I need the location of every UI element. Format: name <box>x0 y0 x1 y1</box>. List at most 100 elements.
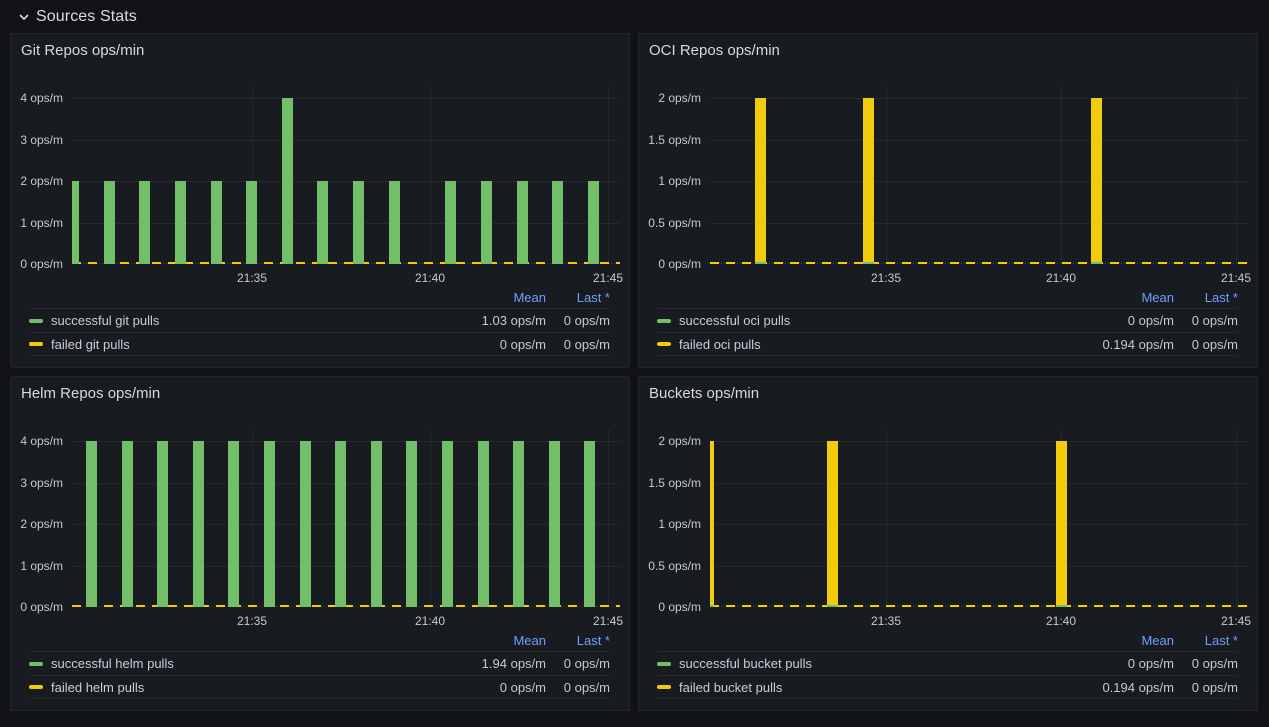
gridline <box>430 429 431 607</box>
bar <box>228 441 239 607</box>
bar <box>584 441 595 607</box>
series-label[interactable]: failed oci pulls <box>679 337 1054 352</box>
bar <box>157 441 168 607</box>
bar-base-notch <box>863 262 874 264</box>
y-tick-label: 1.5 ops/m <box>648 132 701 148</box>
bar <box>406 441 417 607</box>
panel-oci-repos: OCI Repos ops/min 2 ops/m1.5 ops/m1 ops/… <box>638 33 1258 368</box>
x-tick-label: 21:45 <box>1221 613 1251 629</box>
panel-title[interactable]: Buckets ops/min <box>649 385 759 402</box>
series-label[interactable]: successful bucket pulls <box>679 656 1054 671</box>
bar <box>442 441 453 607</box>
series-swatch <box>657 662 671 666</box>
series-mean: 0 ops/m <box>426 680 546 695</box>
series-swatch <box>657 685 671 689</box>
legend: Mean Last * successful oci pulls 0 ops/m… <box>639 286 1257 356</box>
x-tick-label: 21:40 <box>1046 613 1076 629</box>
gridline <box>710 140 1248 141</box>
gridline <box>710 181 1248 182</box>
legend-col-last[interactable]: Last * <box>1174 290 1238 305</box>
gridline <box>252 429 253 607</box>
series-mean: 0 ops/m <box>1054 656 1174 671</box>
series-last: 0 ops/m <box>1174 656 1238 671</box>
gridline <box>1236 429 1237 607</box>
x-axis: 21:3521:4021:45 <box>72 613 620 629</box>
panel-title[interactable]: Git Repos ops/min <box>21 42 144 59</box>
legend-col-mean[interactable]: Mean <box>426 290 546 305</box>
series-label[interactable]: successful oci pulls <box>679 313 1054 328</box>
x-tick-label: 21:40 <box>415 270 445 286</box>
bar <box>371 441 382 607</box>
series-label[interactable]: failed bucket pulls <box>679 680 1054 695</box>
y-tick-label: 2 ops/m <box>658 90 701 106</box>
bar <box>478 441 489 607</box>
legend-col-mean[interactable]: Mean <box>1054 290 1174 305</box>
series-mean: 0 ops/m <box>1054 313 1174 328</box>
panel-title[interactable]: OCI Repos ops/min <box>649 42 780 59</box>
legend-row: successful git pulls 1.03 ops/m 0 ops/m <box>29 308 610 332</box>
gridline <box>886 86 887 264</box>
bar <box>86 441 97 607</box>
bar <box>139 181 150 264</box>
gridline <box>430 86 431 264</box>
legend-header: Mean Last * <box>29 286 610 308</box>
gridline <box>72 181 620 182</box>
row-header-sources-stats[interactable]: Sources Stats <box>0 0 1269 33</box>
y-tick-label: 0.5 ops/m <box>648 558 701 574</box>
series-label[interactable]: failed helm pulls <box>51 680 426 695</box>
zero-value-dashed-line <box>710 262 1248 264</box>
y-axis: 2 ops/m1.5 ops/m1 ops/m0.5 ops/m0 ops/m <box>639 429 701 607</box>
legend-col-last[interactable]: Last * <box>546 290 610 305</box>
legend-col-last[interactable]: Last * <box>1174 633 1238 648</box>
bar <box>193 441 204 607</box>
bar <box>1091 98 1102 264</box>
bar <box>335 441 346 607</box>
series-label[interactable]: successful git pulls <box>51 313 426 328</box>
bar <box>445 181 456 264</box>
zero-value-dashed-line <box>72 605 620 607</box>
gridline <box>1061 86 1062 264</box>
bar <box>175 181 186 264</box>
bar <box>317 181 328 264</box>
panel-helm-repos: Helm Repos ops/min 4 ops/m3 ops/m2 ops/m… <box>10 376 630 711</box>
gridline <box>72 223 620 224</box>
y-tick-label: 1 ops/m <box>20 558 63 574</box>
plot-area[interactable] <box>72 429 620 607</box>
plot-area[interactable] <box>72 86 620 264</box>
row-title[interactable]: Sources Stats <box>36 8 137 26</box>
bar <box>588 181 599 264</box>
legend-col-mean[interactable]: Mean <box>426 633 546 648</box>
panel-git-repos: Git Repos ops/min 4 ops/m3 ops/m2 ops/m1… <box>10 33 630 368</box>
y-tick-label: 1 ops/m <box>20 215 63 231</box>
bar-base-notch <box>1091 262 1102 264</box>
y-tick-label: 0.5 ops/m <box>648 215 701 231</box>
x-axis: 21:3521:4021:45 <box>72 270 620 286</box>
zero-value-dashed-line <box>72 262 620 264</box>
y-axis: 4 ops/m3 ops/m2 ops/m1 ops/m0 ops/m <box>11 86 63 264</box>
x-tick-label: 21:35 <box>237 613 267 629</box>
zero-value-dashed-line <box>710 605 1248 607</box>
series-swatch <box>29 342 43 346</box>
legend-col-last[interactable]: Last * <box>546 633 610 648</box>
series-label[interactable]: successful helm pulls <box>51 656 426 671</box>
series-mean: 0.194 ops/m <box>1054 337 1174 352</box>
plot-area[interactable] <box>710 86 1248 264</box>
legend-row: successful bucket pulls 0 ops/m 0 ops/m <box>657 651 1238 675</box>
panel-title[interactable]: Helm Repos ops/min <box>21 385 160 402</box>
legend-col-mean[interactable]: Mean <box>1054 633 1174 648</box>
panel-grid: Git Repos ops/min 4 ops/m3 ops/m2 ops/m1… <box>10 33 1258 711</box>
bar-base-notch <box>710 605 714 607</box>
gridline <box>608 429 609 607</box>
x-tick-label: 21:45 <box>593 270 623 286</box>
bar <box>755 98 766 264</box>
series-mean: 0.194 ops/m <box>1054 680 1174 695</box>
plot-area[interactable] <box>710 429 1248 607</box>
bar <box>72 181 79 264</box>
y-tick-label: 1 ops/m <box>658 516 701 532</box>
gridline <box>1236 86 1237 264</box>
legend-row: failed helm pulls 0 ops/m 0 ops/m <box>29 675 610 699</box>
x-axis: 21:3521:4021:45 <box>710 270 1248 286</box>
chevron-down-icon[interactable] <box>18 11 30 23</box>
series-label[interactable]: failed git pulls <box>51 337 426 352</box>
y-tick-label: 4 ops/m <box>20 90 63 106</box>
